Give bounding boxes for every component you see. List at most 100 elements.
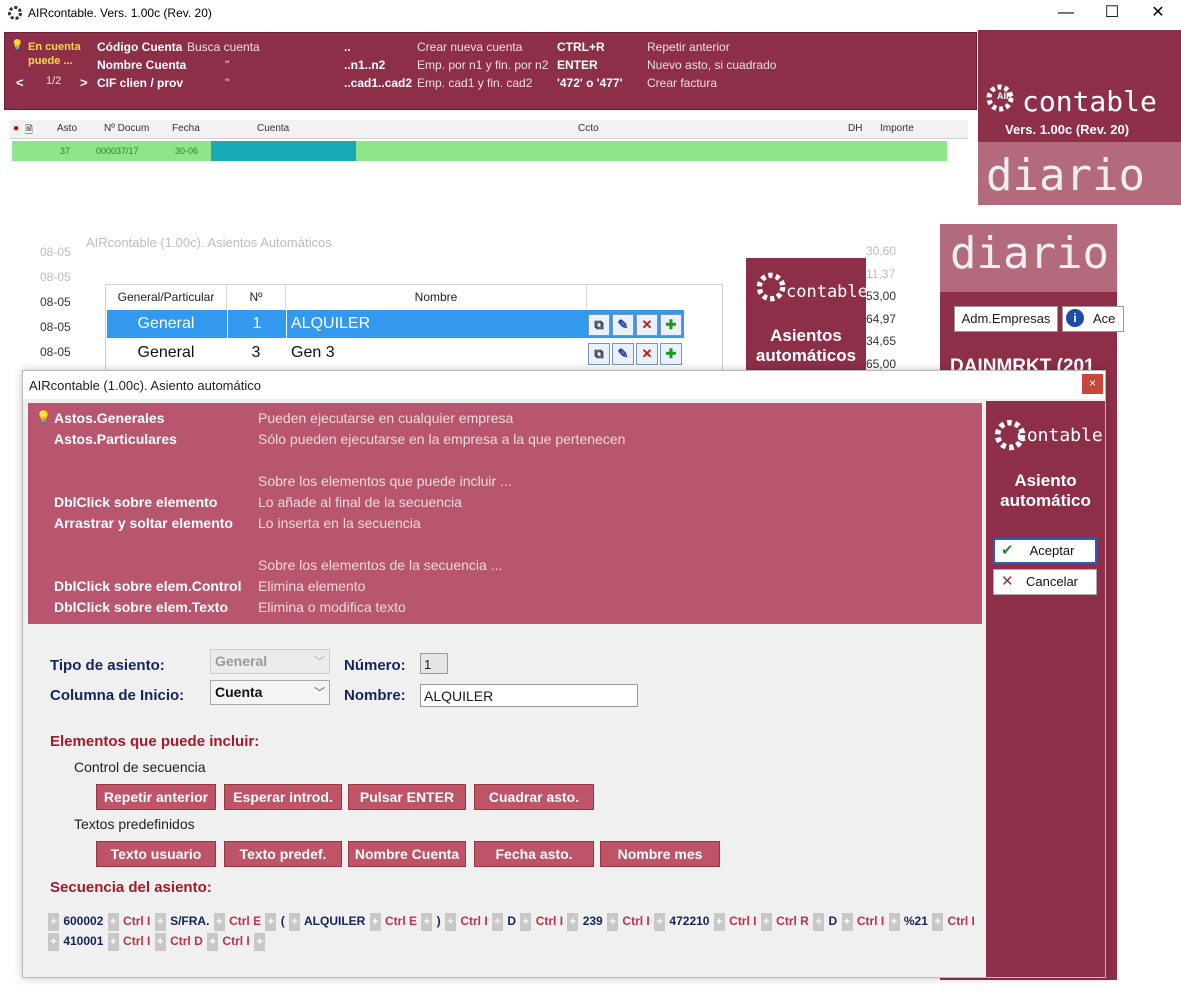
insert-point[interactable]: + <box>932 912 944 931</box>
insert-point[interactable]: + <box>888 912 900 931</box>
sequence-text-element[interactable]: 472210 <box>666 914 713 928</box>
insert-point[interactable]: + <box>492 912 504 931</box>
sequence-control-element[interactable]: Ctrl I <box>120 934 154 948</box>
edit-pencil-icon[interactable]: ✎ <box>612 314 634 336</box>
copy-icon[interactable]: ⧉ <box>588 343 610 365</box>
column-header[interactable]: Nombre <box>286 285 587 309</box>
sequence-text-element[interactable]: %21 <box>901 914 932 928</box>
page-indicator: 1/2 <box>46 75 62 87</box>
column-header[interactable]: Ccto <box>578 123 599 134</box>
columna-inicio-select[interactable]: Cuenta ﹀ <box>210 680 330 705</box>
info-icon: i <box>1066 309 1084 327</box>
delete-icon[interactable]: ✕ <box>636 314 658 336</box>
instruction-text: Sobre los elementos que puede incluir ..… <box>258 473 512 489</box>
insert-point[interactable]: + <box>154 932 166 951</box>
maximize-button[interactable]: ☐ <box>1089 0 1135 27</box>
add-icon[interactable]: ✚ <box>660 314 682 336</box>
insert-point[interactable]: + <box>567 912 579 931</box>
sequence-text-element[interactable]: D <box>825 914 840 928</box>
cancel-button[interactable]: ✕ Cancelar <box>993 569 1097 595</box>
search-help-panel: 💡 En cuenta puede ... < 1/2 > Código Cue… <box>4 32 977 110</box>
cell-cuenta-active[interactable] <box>211 141 356 161</box>
sequence-text-element[interactable]: S/FRA. <box>167 914 213 928</box>
sequence-control-element[interactable]: Ctrl I <box>219 934 253 948</box>
insert-point[interactable]: + <box>48 912 59 931</box>
sequence-text-element[interactable]: ALQUILER <box>301 914 369 928</box>
insert-point[interactable]: + <box>107 912 119 931</box>
column-header[interactable]: Nº <box>227 285 286 309</box>
dialog-close-button[interactable]: × <box>1082 374 1103 394</box>
sequence-control-element[interactable]: Ctrl I <box>120 914 154 928</box>
column-header[interactable]: Nº Docum <box>104 123 149 134</box>
delete-icon[interactable]: ✕ <box>636 343 658 365</box>
insert-point[interactable]: + <box>107 932 119 951</box>
insert-point[interactable]: + <box>760 912 772 931</box>
minimize-button[interactable]: — <box>1043 0 1089 27</box>
sequence-text-element[interactable]: D <box>504 914 519 928</box>
prev-page-button[interactable]: < <box>16 75 24 90</box>
next-page-button[interactable]: > <box>80 75 88 90</box>
insert-point[interactable]: + <box>254 932 266 951</box>
texto-predef-button[interactable]: Texto predef. <box>224 841 342 867</box>
copy-icon[interactable]: ⧉ <box>588 314 610 336</box>
insert-point[interactable]: + <box>154 912 166 931</box>
cell-asto: 37 <box>60 146 71 156</box>
insert-point[interactable]: + <box>713 912 725 931</box>
insert-point[interactable]: + <box>369 912 381 931</box>
repetir-anterior-button[interactable]: Repetir anterior <box>96 784 216 810</box>
sequence-text-element[interactable]: ) <box>433 914 444 928</box>
insert-point[interactable]: + <box>207 932 219 951</box>
close-window-button[interactable]: ✕ <box>1135 0 1181 27</box>
sequence-text-element[interactable]: ( <box>277 914 288 928</box>
insert-point[interactable]: + <box>654 912 666 931</box>
esperar-introd-button[interactable]: Esperar introd. <box>224 784 342 810</box>
numero-field[interactable]: 1 <box>420 653 448 674</box>
insert-point[interactable]: + <box>607 912 619 931</box>
acerca-button[interactable]: i Ace <box>1062 306 1124 332</box>
nombre-input[interactable]: ALQUILER <box>420 684 638 707</box>
sequence-area[interactable]: + 600002 + Ctrl I + S/FRA. + Ctrl E + ( … <box>47 911 977 951</box>
cuadrar-asto-button[interactable]: Cuadrar asto. <box>474 784 594 810</box>
sequence-control-element[interactable]: Ctrl I <box>457 914 491 928</box>
sequence-text-element[interactable]: 410001 <box>60 934 107 948</box>
sequence-control-element[interactable]: Ctrl E <box>382 914 421 928</box>
help-shortcut-desc: Nuevo asto, si cuadrado <box>647 58 777 72</box>
sequence-control-element[interactable]: Ctrl R <box>773 914 812 928</box>
column-header[interactable]: Cuenta <box>257 123 289 134</box>
add-icon[interactable]: ✚ <box>660 343 682 365</box>
sequence-text-element[interactable]: 600002 <box>60 914 107 928</box>
column-header[interactable]: Asto <box>57 123 77 134</box>
column-header[interactable]: Importe <box>880 123 914 134</box>
edit-pencil-icon[interactable]: ✎ <box>612 343 634 365</box>
column-header[interactable]: Fecha <box>172 123 200 134</box>
tipo-asiento-select[interactable]: General ﹀ <box>210 649 330 674</box>
nombre-mes-button[interactable]: Nombre mes <box>600 841 720 867</box>
sequence-control-element[interactable]: Ctrl I <box>532 914 566 928</box>
insert-point[interactable]: + <box>265 912 277 931</box>
sequence-control-element[interactable]: Ctrl E <box>226 914 265 928</box>
column-header[interactable]: General/Particular <box>106 285 227 309</box>
fecha-asto-button[interactable]: Fecha asto. <box>474 841 594 867</box>
sequence-control-element[interactable]: Ctrl D <box>167 934 206 948</box>
sequence-control-element[interactable]: Ctrl I <box>726 914 760 928</box>
sequence-control-element[interactable]: Ctrl I <box>619 914 653 928</box>
nombre-cuenta-button[interactable]: Nombre Cuenta <box>348 841 466 867</box>
insert-point[interactable]: + <box>289 912 301 931</box>
insert-point[interactable]: + <box>520 912 532 931</box>
accept-button[interactable]: ✔ Aceptar <box>993 538 1097 564</box>
insert-point[interactable]: + <box>813 912 825 931</box>
insert-point[interactable]: + <box>841 912 853 931</box>
pulsar-enter-button[interactable]: Pulsar ENTER <box>348 784 466 810</box>
sequence-text-element[interactable]: 239 <box>579 914 606 928</box>
texto-usuario-button[interactable]: Texto usuario <box>96 841 216 867</box>
insert-point[interactable]: + <box>48 932 59 951</box>
insert-point[interactable]: + <box>421 912 433 931</box>
column-header[interactable]: DH <box>848 123 862 134</box>
help-pattern: ..cad1..cad2 <box>344 76 413 90</box>
sequence-control-element[interactable]: Ctrl I <box>944 914 975 928</box>
sequence-control-element[interactable]: Ctrl I <box>854 914 888 928</box>
insert-point[interactable]: + <box>213 912 225 931</box>
insert-point[interactable]: + <box>445 912 456 931</box>
adm-empresas-button[interactable]: Adm.Empresas <box>954 306 1058 332</box>
table-row[interactable]: 37 000037/17 30-06 <box>12 141 947 161</box>
